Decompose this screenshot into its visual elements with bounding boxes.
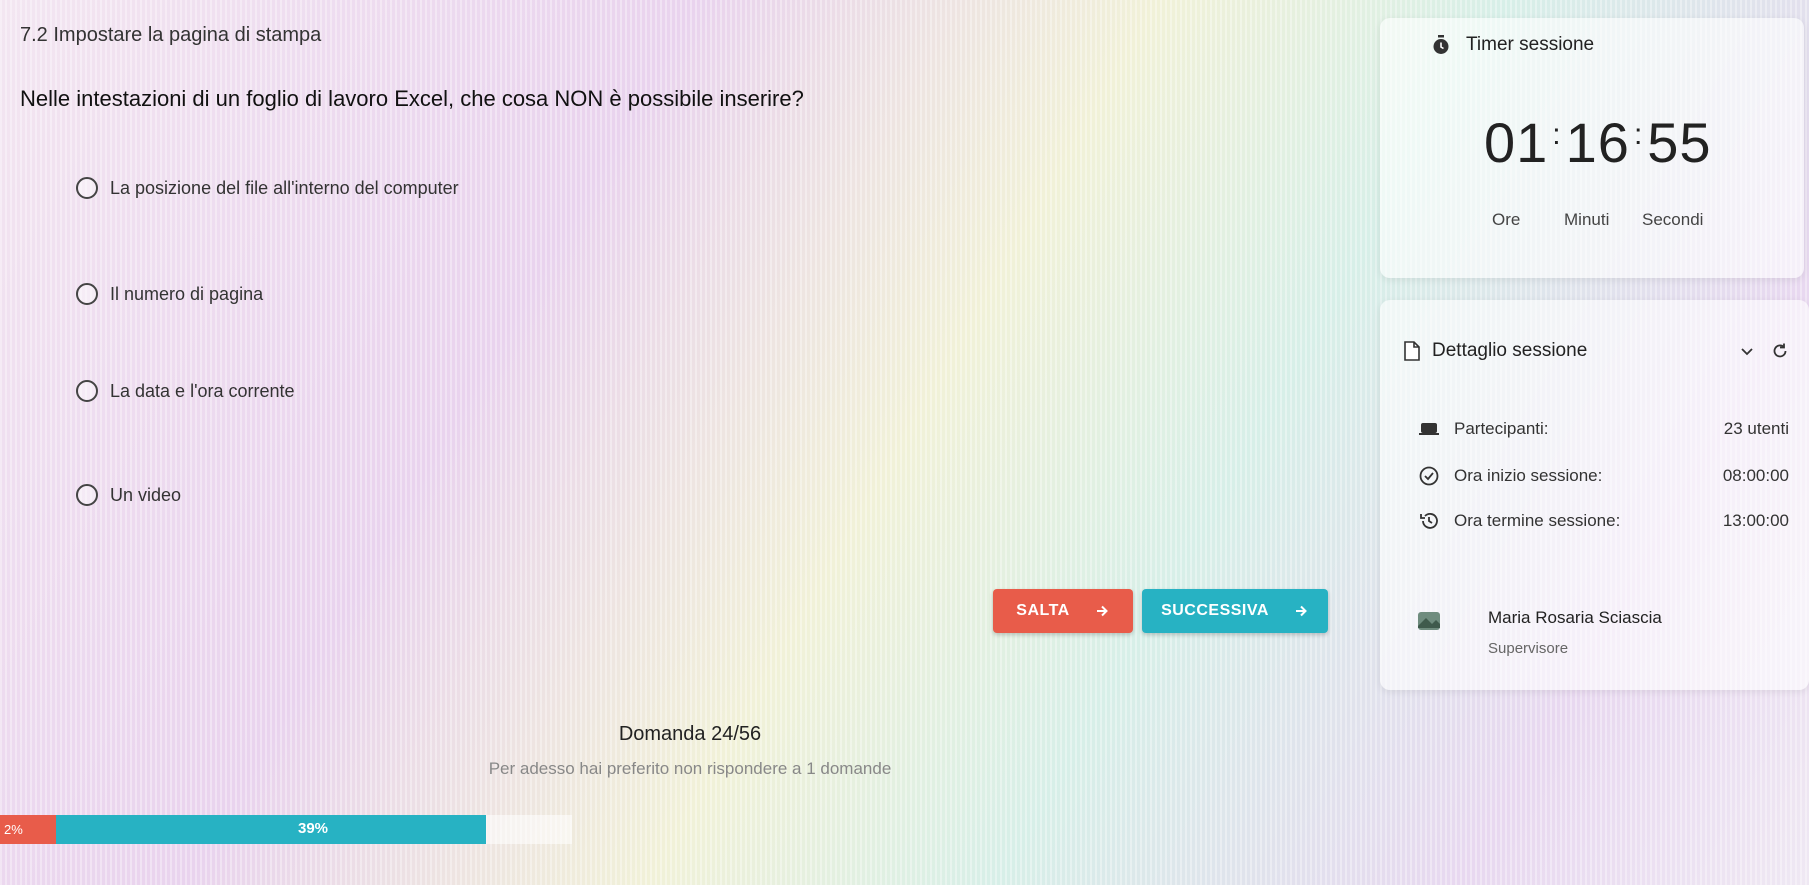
radio-button[interactable] xyxy=(76,380,98,402)
clock-check-icon xyxy=(1419,466,1439,486)
end-time-value: 13:00:00 xyxy=(1722,511,1789,530)
timer-separator: : xyxy=(1633,118,1644,151)
progress-bar: 2% 39% xyxy=(0,815,572,844)
progress-value-label: 39% xyxy=(298,820,329,837)
radio-button[interactable] xyxy=(76,177,98,199)
answer-option-3[interactable]: La data e l'ora corrente xyxy=(76,380,295,402)
start-time-value: 08:00:00 xyxy=(1722,466,1789,485)
skip-button[interactable]: SALTA xyxy=(993,589,1133,633)
timer-title-label: Timer sessione xyxy=(1466,34,1595,55)
question-counter: Domanda 24/56 xyxy=(618,723,762,745)
skipped-hint: Per adesso hai preferito non rispondere … xyxy=(488,759,892,778)
timer-icon xyxy=(1433,35,1449,54)
answer-option-4[interactable]: Un video xyxy=(76,484,181,506)
end-time-label: Ora termine sessione: xyxy=(1454,511,1621,530)
skip-button-label: SALTA xyxy=(1016,602,1070,619)
progress-fill xyxy=(0,815,486,844)
supervisor-name: Maria Rosaria Sciascia xyxy=(1488,608,1662,627)
timer-title: Timer sessione xyxy=(1432,34,1594,56)
next-button-label: SUCCESSIVA xyxy=(1161,602,1269,619)
question-text: Nelle intestazioni di un foglio di lavor… xyxy=(20,86,804,111)
answer-option-2[interactable]: Il numero di pagina xyxy=(76,283,263,305)
answer-option-label: La posizione del file all'interno del co… xyxy=(110,177,459,198)
minutes-label: Minuti xyxy=(1564,210,1610,229)
participants-label: Partecipanti: xyxy=(1454,419,1549,438)
progress-min-badge: 2% xyxy=(0,815,56,844)
timer-minutes: 16 xyxy=(1565,111,1630,174)
document-icon xyxy=(1404,341,1420,361)
refresh-icon[interactable] xyxy=(1771,342,1789,360)
arrow-right-icon xyxy=(1295,605,1307,617)
arrow-right-icon xyxy=(1096,605,1108,617)
history-icon xyxy=(1420,513,1438,529)
timer-hours: 01 xyxy=(1484,111,1549,174)
start-time-row: Ora inizio sessione: 08:00:00 xyxy=(1418,465,1789,487)
timer-display: 01:16:55 xyxy=(1484,110,1712,175)
timer-panel: Timer sessione 01:16:55 Ore Minuti Secon… xyxy=(1380,18,1804,278)
answer-option-label: Un video xyxy=(110,484,182,505)
participants-row: Partecipanti: 23 utenti xyxy=(1418,418,1789,440)
chevron-down-icon[interactable] xyxy=(1739,343,1755,359)
participants-icon xyxy=(1419,423,1439,435)
end-time-row: Ora termine sessione: 13:00:00 xyxy=(1418,510,1789,532)
answer-option-label: Il numero di pagina xyxy=(110,283,264,304)
supervisor-role: Supervisore xyxy=(1488,640,1569,657)
next-button[interactable]: SUCCESSIVA xyxy=(1142,589,1328,633)
session-details-panel: Dettaglio sessione Partecipanti: 23 uten… xyxy=(1380,300,1809,690)
session-details-title: Dettaglio sessione xyxy=(1432,340,1588,361)
question-area: 7.2 Impostare la pagina di stampa Nelle … xyxy=(0,0,1380,885)
answer-option-1[interactable]: La posizione del file all'interno del co… xyxy=(76,177,459,199)
radio-button[interactable] xyxy=(76,283,98,305)
participants-value: 23 utenti xyxy=(1723,419,1789,438)
hours-label: Ore xyxy=(1492,210,1521,229)
timer-separator: : xyxy=(1552,118,1562,151)
timer-seconds: 55 xyxy=(1647,111,1712,174)
seconds-label: Secondi xyxy=(1642,210,1704,229)
avatar-icon xyxy=(1418,612,1440,630)
session-details-header[interactable]: Dettaglio sessione xyxy=(1404,340,1789,362)
start-time-label: Ora inizio sessione: xyxy=(1454,466,1603,485)
answer-option-label: La data e l'ora corrente xyxy=(110,380,295,401)
section-title: 7.2 Impostare la pagina di stampa xyxy=(20,24,322,46)
supervisor-info: Maria Rosaria Sciascia Supervisore xyxy=(1416,608,1662,657)
radio-button[interactable] xyxy=(76,484,98,506)
